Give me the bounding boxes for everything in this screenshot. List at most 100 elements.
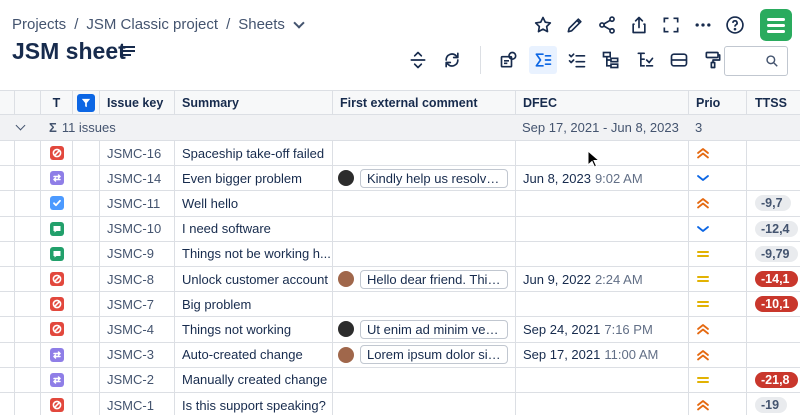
more-icon[interactable] — [692, 8, 714, 42]
format-paint-icon[interactable] — [699, 46, 727, 74]
table-row[interactable]: JSMC-3 Auto-created change Lorem ipsum d… — [0, 342, 800, 368]
row-select[interactable] — [15, 267, 41, 292]
ttss-cell[interactable]: -10,1 — [747, 292, 800, 316]
title-menu-icon[interactable] — [123, 46, 135, 56]
comment-cell[interactable] — [333, 241, 516, 266]
app-icon[interactable] — [760, 9, 792, 41]
priority-cell[interactable] — [689, 241, 747, 266]
ttss-cell[interactable] — [747, 343, 800, 367]
sum-icon[interactable] — [529, 46, 557, 74]
summary-cell[interactable]: Even bigger problem — [175, 166, 333, 191]
table-row[interactable]: JSMC-2 Manually created change -21,8 — [0, 367, 800, 393]
ttss-cell[interactable]: -9,7 — [747, 191, 800, 215]
row-select[interactable] — [15, 141, 41, 166]
column-header-ttss[interactable]: TTSS — [747, 91, 800, 114]
comment-cell[interactable]: Hello dear friend. This i... — [333, 267, 516, 292]
comment-bubble[interactable]: Kindly help us resolve t... — [338, 168, 510, 188]
issue-key[interactable]: JSMC-11 — [100, 191, 175, 216]
row-select[interactable] — [15, 241, 41, 266]
ttss-cell[interactable]: -14,1 — [747, 267, 800, 291]
comment-cell[interactable] — [333, 216, 516, 241]
dfec-cell[interactable] — [516, 141, 689, 166]
priority-cell[interactable] — [689, 342, 747, 367]
issue-key[interactable]: JSMC-16 — [100, 141, 175, 166]
ttss-cell[interactable]: -21,8 — [747, 368, 800, 392]
issue-key[interactable]: JSMC-7 — [100, 292, 175, 317]
comment-cell[interactable] — [333, 292, 516, 317]
breadcrumb-project[interactable]: JSM Classic project — [86, 16, 218, 33]
fullscreen-icon[interactable] — [660, 8, 682, 42]
table-row[interactable]: JSMC-8 Unlock customer account Hello dea… — [0, 267, 800, 293]
issue-key[interactable]: JSMC-8 — [100, 267, 175, 292]
grouping-icon[interactable] — [665, 46, 693, 74]
row-select[interactable] — [15, 292, 41, 317]
summary-cell[interactable]: Big problem — [175, 292, 333, 317]
priority-cell[interactable] — [689, 317, 747, 342]
table-row[interactable]: JSMC-14 Even bigger problem Kindly help … — [0, 166, 800, 192]
breadcrumb-sheets[interactable]: Sheets — [238, 16, 285, 33]
ttss-cell[interactable] — [747, 317, 800, 341]
pencil-icon[interactable] — [564, 8, 586, 42]
hierarchy-icon[interactable] — [597, 46, 625, 74]
summary-cell[interactable]: Unlock customer account — [175, 267, 333, 292]
breadcrumb-projects[interactable]: Projects — [12, 16, 66, 33]
search-input[interactable] — [724, 46, 788, 76]
column-header-issue-key[interactable]: Issue key — [100, 91, 175, 114]
help-icon[interactable] — [724, 8, 746, 42]
ttss-cell[interactable] — [747, 141, 800, 165]
comment-cell[interactable]: Lorem ipsum dolor sit a... — [333, 342, 516, 367]
dfec-cell[interactable]: Sep 17, 2021 11:00 AM — [516, 342, 689, 367]
ttss-cell[interactable]: -19 — [747, 393, 800, 415]
row-select[interactable] — [15, 191, 41, 216]
sort-hierarchy-icon[interactable] — [631, 46, 659, 74]
ttss-cell[interactable] — [747, 166, 800, 190]
star-icon[interactable] — [532, 8, 554, 42]
column-header-comment[interactable]: First external comment — [333, 91, 516, 114]
row-select[interactable] — [15, 166, 41, 191]
priority-cell[interactable] — [689, 141, 747, 166]
dfec-cell[interactable] — [516, 367, 689, 392]
column-header-dfec[interactable]: DFEC — [516, 91, 689, 114]
column-header-type[interactable]: T — [41, 91, 73, 114]
summary-cell[interactable]: Things not be working h... — [175, 241, 333, 266]
comment-bubble[interactable]: Hello dear friend. This i... — [338, 269, 510, 289]
priority-cell[interactable] — [689, 216, 747, 241]
table-row[interactable]: JSMC-9 Things not be working h... -9,79 — [0, 241, 800, 267]
filter-column-header[interactable] — [73, 91, 100, 114]
dfec-cell[interactable] — [516, 241, 689, 266]
comment-cell[interactable] — [333, 141, 516, 166]
comment-bubble[interactable]: Ut enim ad minim venia... — [338, 319, 510, 339]
issue-key[interactable]: JSMC-9 — [100, 241, 175, 266]
summary-cell[interactable]: Spaceship take-off failed — [175, 141, 333, 166]
summary-cell[interactable]: Manually created change — [175, 367, 333, 392]
summary-cell[interactable]: I need software — [175, 216, 333, 241]
issue-key[interactable]: JSMC-3 — [100, 342, 175, 367]
dfec-cell[interactable]: Sep 24, 2021 7:16 PM — [516, 317, 689, 342]
summary-cell[interactable]: Things not working — [175, 317, 333, 342]
row-select[interactable] — [15, 342, 41, 367]
row-height-icon[interactable] — [404, 46, 432, 74]
comment-cell[interactable] — [333, 367, 516, 392]
column-header-prio[interactable]: Prio — [689, 91, 747, 114]
dfec-cell[interactable] — [516, 292, 689, 317]
row-select[interactable] — [15, 367, 41, 392]
share-icon[interactable] — [596, 8, 618, 42]
checklist-icon[interactable] — [563, 46, 591, 74]
issue-key[interactable]: JSMC-10 — [100, 216, 175, 241]
comment-cell[interactable]: Kindly help us resolve t... — [333, 166, 516, 191]
collapse-group-toggle[interactable] — [0, 115, 41, 140]
table-row[interactable]: JSMC-16 Spaceship take-off failed — [0, 141, 800, 167]
column-header-summary[interactable]: Summary — [175, 91, 333, 114]
issue-key[interactable]: JSMC-2 — [100, 367, 175, 392]
comment-cell[interactable]: Ut enim ad minim venia... — [333, 317, 516, 342]
dfec-cell[interactable] — [516, 393, 689, 415]
row-select[interactable] — [15, 216, 41, 241]
filter-icon[interactable] — [77, 93, 95, 112]
priority-cell[interactable] — [689, 191, 747, 216]
row-select[interactable] — [15, 393, 41, 415]
comment-cell[interactable] — [333, 191, 516, 216]
dfec-cell[interactable]: Jun 9, 2022 2:24 AM — [516, 267, 689, 292]
table-row[interactable]: JSMC-11 Well hello -9,7 — [0, 191, 800, 217]
ttss-cell[interactable]: -12,4 — [747, 217, 800, 241]
issue-key[interactable]: JSMC-1 — [100, 393, 175, 415]
